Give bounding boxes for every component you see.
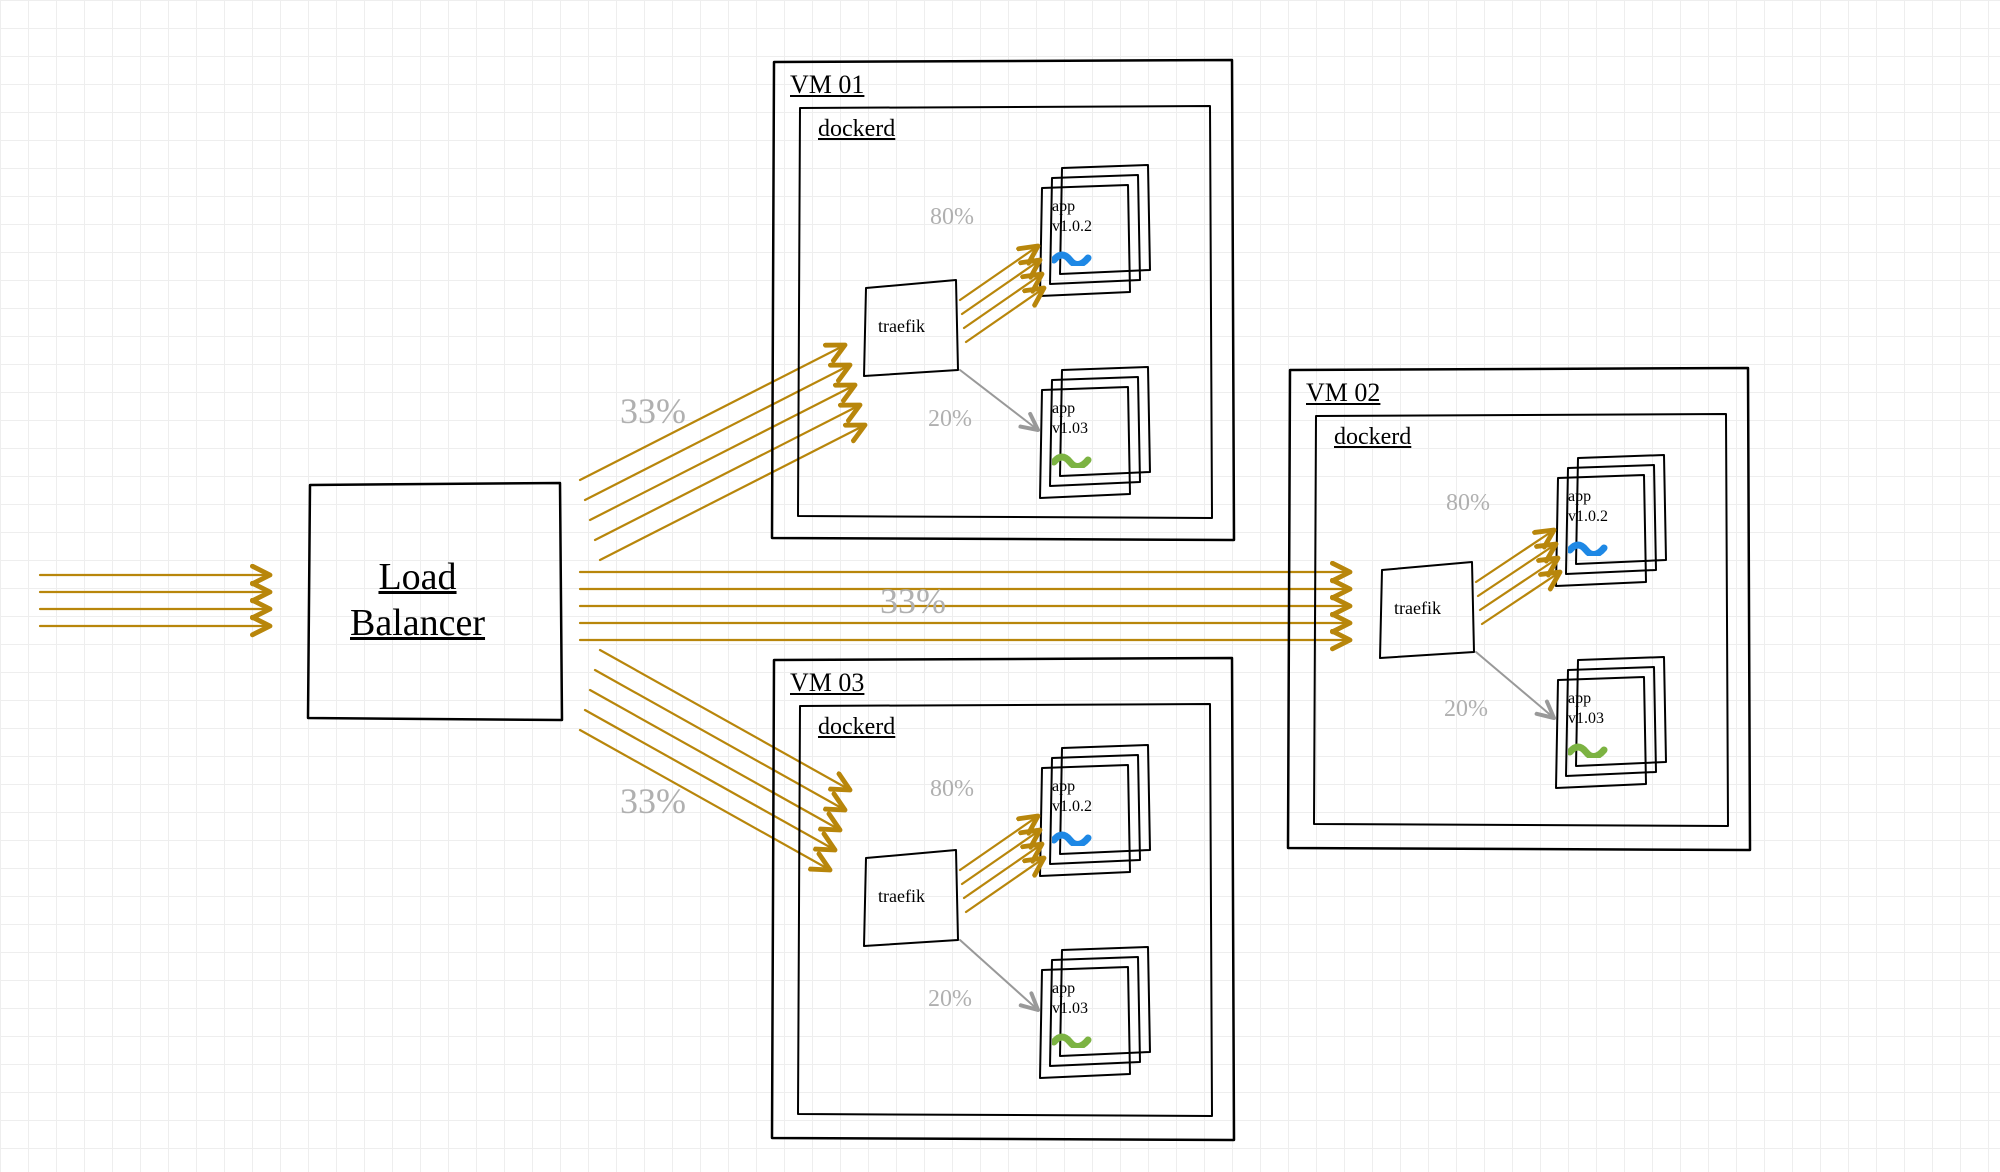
- vm02-dockerd: dockerd: [1334, 424, 1411, 451]
- vm02-app2-ver: v1.03: [1568, 710, 1604, 728]
- arrows-lb-vm02: [580, 572, 1350, 640]
- app-logo-icon: [1568, 538, 1608, 556]
- vm03-label: VM 03: [790, 668, 864, 698]
- vm01-dockerd: dockerd: [818, 116, 895, 143]
- vm01-app1-ver: v1.0.2: [1052, 218, 1092, 236]
- app-logo-icon: [1568, 740, 1608, 758]
- app-logo-icon: [1052, 450, 1092, 468]
- arrows-incoming: [40, 575, 270, 626]
- pct-lb-vm03: 33%: [620, 780, 686, 822]
- vm01-app1-pct: 80%: [930, 204, 974, 231]
- diagram-canvas: [0, 0, 2000, 1172]
- vm01-label: VM 01: [790, 70, 864, 100]
- vm03-traefik: traefik: [878, 886, 925, 907]
- vm02-app1-ver: v1.0.2: [1568, 508, 1608, 526]
- vm02-app2-pct: 20%: [1444, 696, 1488, 723]
- vm03-app1-pct: 80%: [930, 776, 974, 803]
- vm02-app2-name: app: [1568, 690, 1591, 708]
- vm02-app1-name: app: [1568, 488, 1591, 506]
- vm03-app2-ver: v1.03: [1052, 1000, 1088, 1018]
- arrows-lb-vm01: [580, 345, 865, 560]
- app-logo-icon: [1052, 248, 1092, 266]
- vm01-app2-pct: 20%: [928, 406, 972, 433]
- pct-lb-vm01: 33%: [620, 390, 686, 432]
- app-logo-icon: [1052, 828, 1092, 846]
- vm03-app1-name: app: [1052, 778, 1075, 796]
- vm01-app2-name: app: [1052, 400, 1075, 418]
- vm02-app1-pct: 80%: [1446, 490, 1490, 517]
- vm02-traefik: traefik: [1394, 598, 1441, 619]
- vm02-label: VM 02: [1306, 378, 1380, 408]
- pct-lb-vm02: 33%: [880, 580, 946, 622]
- app-logo-icon: [1052, 1030, 1092, 1048]
- vm01-traefik: traefik: [878, 316, 925, 337]
- vm03-app2-name: app: [1052, 980, 1075, 998]
- vm03-app1-ver: v1.0.2: [1052, 798, 1092, 816]
- vm03-app2-pct: 20%: [928, 986, 972, 1013]
- load-balancer-label: Load Balancer: [350, 555, 485, 646]
- vm01-app1-name: app: [1052, 198, 1075, 216]
- vm03-dockerd: dockerd: [818, 714, 895, 741]
- vm01-app2-ver: v1.03: [1052, 420, 1088, 438]
